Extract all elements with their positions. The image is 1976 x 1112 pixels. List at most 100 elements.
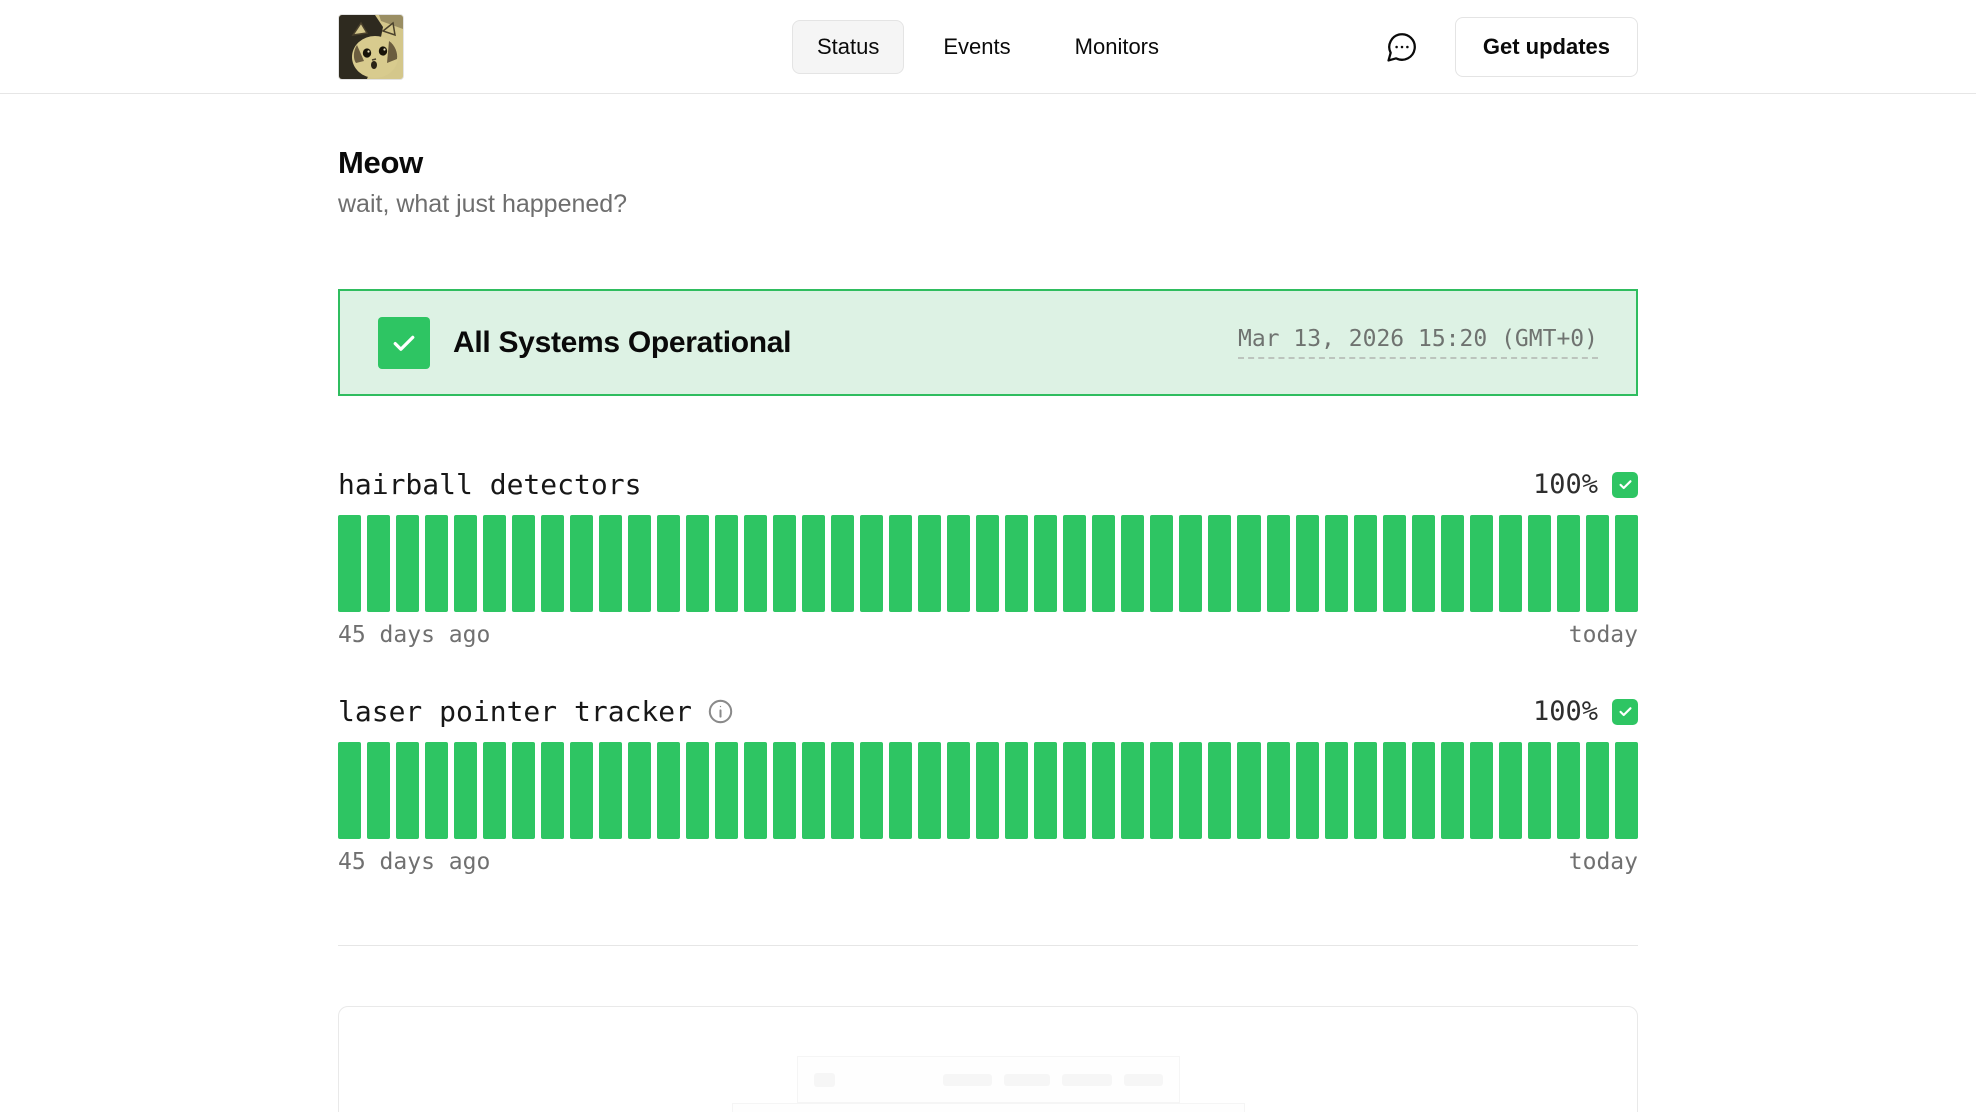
uptime-day-bar[interactable] bbox=[947, 515, 970, 612]
uptime-day-bar[interactable] bbox=[1383, 742, 1406, 839]
uptime-day-bar[interactable] bbox=[570, 742, 593, 839]
uptime-day-bar[interactable] bbox=[396, 515, 419, 612]
uptime-day-bar[interactable] bbox=[1528, 515, 1551, 612]
uptime-day-bar[interactable] bbox=[657, 515, 680, 612]
uptime-day-bar[interactable] bbox=[1005, 515, 1028, 612]
uptime-day-bar[interactable] bbox=[1325, 742, 1348, 839]
uptime-day-bar[interactable] bbox=[454, 742, 477, 839]
uptime-day-bar[interactable] bbox=[1150, 515, 1173, 612]
uptime-day-bar[interactable] bbox=[715, 742, 738, 839]
feedback-button[interactable] bbox=[1385, 30, 1419, 64]
uptime-day-bar[interactable] bbox=[1441, 742, 1464, 839]
cat-logo-image[interactable] bbox=[338, 14, 404, 80]
monitor-status-checkbox[interactable] bbox=[1612, 699, 1638, 725]
uptime-day-bar[interactable] bbox=[1557, 515, 1580, 612]
uptime-day-bar[interactable] bbox=[773, 515, 796, 612]
uptime-day-bar[interactable] bbox=[628, 742, 651, 839]
uptime-day-bar[interactable] bbox=[1557, 742, 1580, 839]
nav-tab-events[interactable]: Events bbox=[918, 20, 1035, 74]
uptime-day-bar[interactable] bbox=[338, 742, 361, 839]
uptime-day-bar[interactable] bbox=[773, 742, 796, 839]
uptime-day-bar[interactable] bbox=[1208, 742, 1231, 839]
uptime-day-bar[interactable] bbox=[889, 742, 912, 839]
uptime-day-bar[interactable] bbox=[1005, 742, 1028, 839]
uptime-day-bar[interactable] bbox=[860, 742, 883, 839]
uptime-day-bar[interactable] bbox=[483, 515, 506, 612]
uptime-day-bar[interactable] bbox=[1296, 742, 1319, 839]
uptime-day-bar[interactable] bbox=[1208, 515, 1231, 612]
uptime-day-bar[interactable] bbox=[512, 742, 535, 839]
uptime-day-bar[interactable] bbox=[1092, 742, 1115, 839]
uptime-day-bar[interactable] bbox=[1354, 742, 1377, 839]
uptime-day-bar[interactable] bbox=[744, 742, 767, 839]
uptime-day-bar[interactable] bbox=[976, 515, 999, 612]
uptime-day-bar[interactable] bbox=[1470, 515, 1493, 612]
uptime-day-bar[interactable] bbox=[1470, 742, 1493, 839]
uptime-day-bar[interactable] bbox=[1121, 515, 1144, 612]
uptime-day-bar[interactable] bbox=[1528, 742, 1551, 839]
uptime-day-bar[interactable] bbox=[802, 742, 825, 839]
uptime-day-bar[interactable] bbox=[1383, 515, 1406, 612]
uptime-day-bar[interactable] bbox=[338, 515, 361, 612]
uptime-day-bar[interactable] bbox=[744, 515, 767, 612]
uptime-day-bar[interactable] bbox=[860, 515, 883, 612]
uptime-day-bar[interactable] bbox=[1237, 742, 1260, 839]
uptime-day-bar[interactable] bbox=[918, 515, 941, 612]
uptime-day-bar[interactable] bbox=[1267, 515, 1290, 612]
uptime-day-bar[interactable] bbox=[1412, 515, 1435, 612]
uptime-day-bar[interactable] bbox=[1499, 515, 1522, 612]
uptime-day-bar[interactable] bbox=[1615, 742, 1638, 839]
uptime-day-bar[interactable] bbox=[686, 742, 709, 839]
uptime-day-bar[interactable] bbox=[599, 515, 622, 612]
status-timestamp[interactable]: Mar 13, 2026 15:20 (GMT+0) bbox=[1238, 326, 1598, 359]
uptime-day-bar[interactable] bbox=[1150, 742, 1173, 839]
monitor-status-checkbox[interactable] bbox=[1612, 472, 1638, 498]
nav-tab-monitors[interactable]: Monitors bbox=[1050, 20, 1184, 74]
uptime-day-bar[interactable] bbox=[1034, 515, 1057, 612]
uptime-day-bar[interactable] bbox=[512, 515, 535, 612]
uptime-day-bar[interactable] bbox=[889, 515, 912, 612]
uptime-day-bar[interactable] bbox=[454, 515, 477, 612]
uptime-day-bar[interactable] bbox=[657, 742, 680, 839]
uptime-day-bar[interactable] bbox=[918, 742, 941, 839]
uptime-day-bar[interactable] bbox=[425, 515, 448, 612]
uptime-day-bar[interactable] bbox=[1267, 742, 1290, 839]
uptime-day-bar[interactable] bbox=[541, 515, 564, 612]
uptime-day-bar[interactable] bbox=[1412, 742, 1435, 839]
uptime-day-bar[interactable] bbox=[1325, 515, 1348, 612]
uptime-day-bar[interactable] bbox=[1499, 742, 1522, 839]
uptime-day-bar[interactable] bbox=[425, 742, 448, 839]
uptime-day-bar[interactable] bbox=[1063, 515, 1086, 612]
uptime-day-bar[interactable] bbox=[1586, 742, 1609, 839]
uptime-day-bar[interactable] bbox=[541, 742, 564, 839]
uptime-day-bar[interactable] bbox=[1063, 742, 1086, 839]
uptime-day-bar[interactable] bbox=[1441, 515, 1464, 612]
get-updates-button[interactable]: Get updates bbox=[1455, 17, 1638, 77]
uptime-day-bar[interactable] bbox=[1034, 742, 1057, 839]
uptime-day-bar[interactable] bbox=[1354, 515, 1377, 612]
uptime-day-bar[interactable] bbox=[686, 515, 709, 612]
uptime-day-bar[interactable] bbox=[1179, 742, 1202, 839]
uptime-day-bar[interactable] bbox=[715, 515, 738, 612]
nav-tab-status[interactable]: Status bbox=[792, 20, 904, 74]
uptime-day-bar[interactable] bbox=[367, 515, 390, 612]
info-icon[interactable] bbox=[707, 698, 734, 725]
uptime-day-bar[interactable] bbox=[628, 515, 651, 612]
uptime-day-bar[interactable] bbox=[367, 742, 390, 839]
uptime-day-bar[interactable] bbox=[483, 742, 506, 839]
uptime-day-bar[interactable] bbox=[947, 742, 970, 839]
uptime-day-bar[interactable] bbox=[976, 742, 999, 839]
uptime-day-bar[interactable] bbox=[831, 742, 854, 839]
uptime-day-bar[interactable] bbox=[1121, 742, 1144, 839]
uptime-day-bar[interactable] bbox=[1092, 515, 1115, 612]
uptime-day-bar[interactable] bbox=[1296, 515, 1319, 612]
uptime-day-bar[interactable] bbox=[1179, 515, 1202, 612]
uptime-day-bar[interactable] bbox=[570, 515, 593, 612]
uptime-day-bar[interactable] bbox=[1615, 515, 1638, 612]
uptime-day-bar[interactable] bbox=[831, 515, 854, 612]
uptime-day-bar[interactable] bbox=[802, 515, 825, 612]
uptime-day-bar[interactable] bbox=[396, 742, 419, 839]
uptime-day-bar[interactable] bbox=[599, 742, 622, 839]
uptime-day-bar[interactable] bbox=[1586, 515, 1609, 612]
uptime-day-bar[interactable] bbox=[1237, 515, 1260, 612]
